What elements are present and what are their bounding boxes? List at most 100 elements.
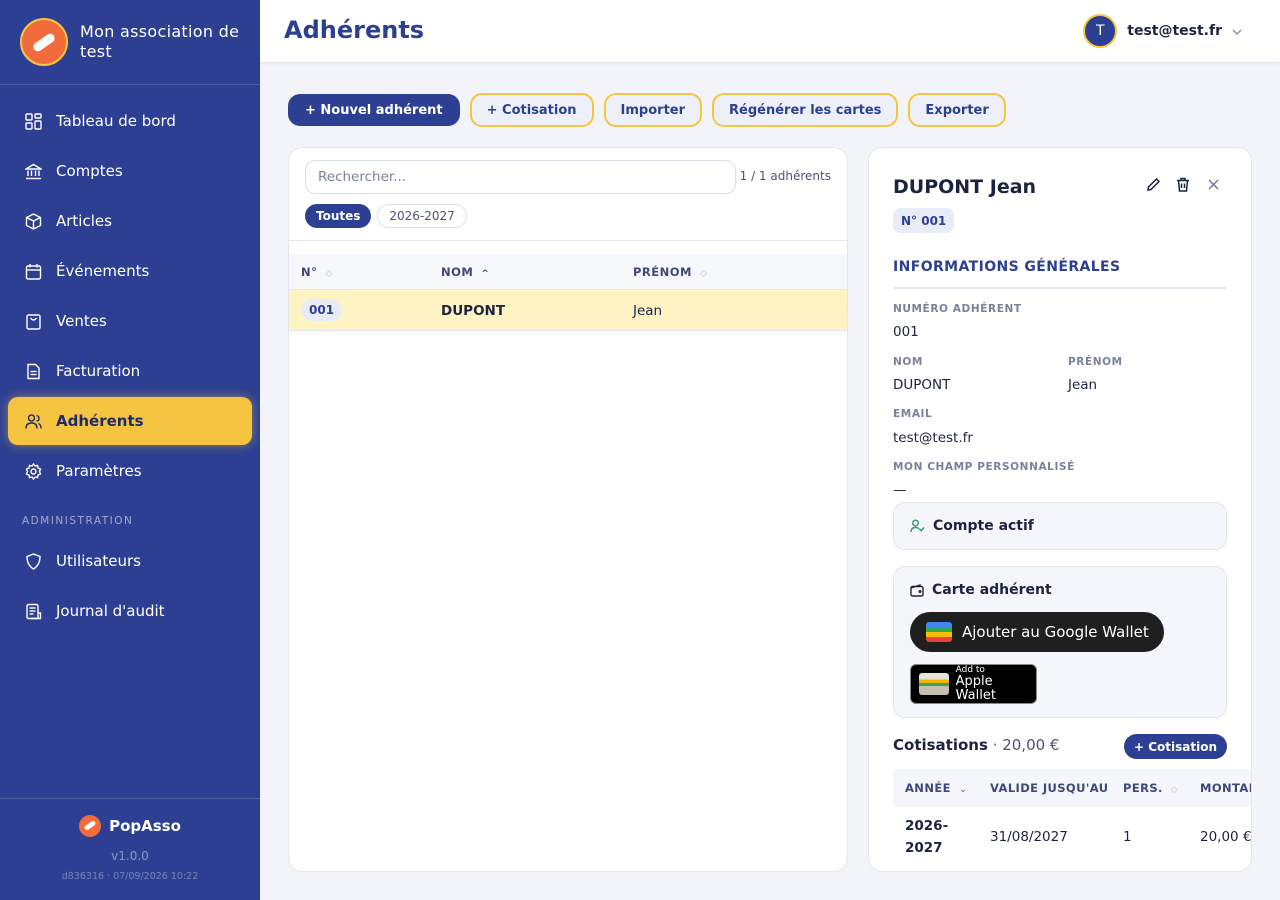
sidebar-item-evenements[interactable]: Événements: [8, 247, 252, 295]
contribution-persons: 1: [1123, 829, 1132, 845]
sidebar-item-facturation[interactable]: Facturation: [8, 347, 252, 395]
user-check-icon: [910, 519, 925, 533]
topbar: Adhérents T test@test.fr: [260, 0, 1280, 63]
member-card-label: Carte adhérent: [932, 582, 1052, 598]
sidebar-item-label: Articles: [56, 212, 112, 230]
sort-ascending-icon: ^: [481, 269, 490, 279]
toolbar: + Nouvel adhérent + Cotisation Importer …: [288, 93, 1006, 127]
search-input[interactable]: [305, 160, 736, 194]
field-value-prenom: Jean: [1068, 377, 1098, 393]
member-name-title: DUPONT Jean: [893, 176, 1037, 198]
sidebar-item-comptes[interactable]: Comptes: [8, 147, 252, 195]
sidebar-item-utilisateurs[interactable]: Utilisateurs: [8, 537, 252, 585]
google-wallet-icon: [926, 622, 952, 642]
filter-chip-season[interactable]: 2026-2027: [377, 204, 467, 228]
field-value-custom: —: [893, 482, 907, 498]
users-icon: [24, 412, 42, 430]
account-status: Compte actif: [910, 518, 1034, 534]
sidebar-item-label: Ventes: [56, 312, 107, 330]
sidebar-item-label: Facturation: [56, 362, 141, 380]
regenerate-cards-button[interactable]: Régénérer les cartes: [712, 93, 899, 127]
column-label: N°: [301, 265, 318, 279]
member-card-box: Carte adhérent Ajouter au Google Wallet …: [893, 566, 1227, 718]
popasso-brand: PopAsso: [0, 815, 260, 837]
nav-section-title: ADMINISTRATION: [22, 515, 134, 527]
field-value-numero: 001: [893, 324, 919, 340]
import-button[interactable]: Importer: [603, 93, 703, 127]
field-value-nom: DUPONT: [893, 377, 951, 393]
popasso-name: PopAsso: [109, 817, 181, 835]
google-wallet-label: Ajouter au Google Wallet: [962, 623, 1149, 641]
trash-icon[interactable]: [1175, 176, 1191, 192]
apple-wallet-text: Add to Apple Wallet: [956, 665, 1036, 703]
edit-icon[interactable]: [1145, 176, 1161, 192]
gear-icon: [24, 462, 42, 480]
chevron-down-icon: ⌄: [959, 785, 968, 795]
filter-chips: Toutes 2026-2027: [305, 204, 467, 228]
sidebar-item-label: Comptes: [56, 162, 123, 180]
sidebar-item-dashboard[interactable]: Tableau de bord: [8, 97, 252, 145]
member-prenom: Jean: [633, 303, 663, 319]
scroll-icon: [24, 602, 42, 620]
field-label-nom: NOM: [893, 356, 923, 368]
sort-icon: ◇: [325, 269, 333, 279]
sidebar-item-journal[interactable]: Journal d'audit: [8, 587, 252, 635]
apple-wallet-button[interactable]: Add to Apple Wallet: [910, 664, 1037, 704]
sidebar-item-ventes[interactable]: Ventes: [8, 297, 252, 345]
sidebar-footer: PopAsso v1.0.0 d836316 · 07/09/2026 10:2…: [0, 798, 260, 900]
sidebar-item-label: Événements: [56, 262, 150, 280]
member-count: 1 / 1 adhérents: [739, 169, 831, 183]
column-header-num[interactable]: N° ◇: [301, 265, 333, 279]
apple-wallet-icon: [919, 673, 949, 695]
document-icon: [24, 362, 42, 380]
column-label: PERS.: [1123, 781, 1163, 795]
sidebar-item-label: Journal d'audit: [56, 602, 165, 620]
contributions-total: · 20,00 €: [992, 736, 1060, 754]
member-number-badge: N° 001: [893, 208, 955, 233]
sidebar-item-label: Adhérents: [56, 412, 144, 430]
sidebar-item-parametres[interactable]: Paramètres: [8, 447, 252, 495]
column-header-annee[interactable]: ANNÉE ⌄: [905, 781, 967, 795]
sidebar-item-label: Tableau de bord: [56, 112, 176, 130]
column-header-valide[interactable]: VALIDE JUSQU'AU: [990, 781, 1108, 795]
contributions-label: Cotisations: [893, 736, 988, 754]
field-label-prenom: PRÉNOM: [1068, 356, 1123, 368]
column-label: ANNÉE: [905, 781, 951, 795]
column-header-montant[interactable]: MONTANT: [1200, 781, 1251, 795]
export-button[interactable]: Exporter: [908, 93, 1006, 127]
table-row[interactable]: 001 DUPONT Jean: [289, 290, 847, 331]
member-nom: DUPONT: [441, 303, 506, 319]
user-menu[interactable]: T test@test.fr: [1083, 14, 1242, 48]
app-version: v1.0.0: [111, 849, 149, 863]
member-detail-panel: DUPONT Jean N° 001 INFORMATIONS GÉNÉRALE…: [868, 147, 1252, 872]
new-member-button[interactable]: + Nouvel adhérent: [288, 94, 460, 126]
sidebar: Mon association de test Tableau de bord …: [0, 0, 260, 900]
popasso-logo: [79, 815, 102, 837]
member-card-title: Carte adhérent: [910, 582, 1052, 598]
table-header: N° ◇ NOM ^ PRÉNOM ◇: [289, 254, 847, 290]
column-header-nom[interactable]: NOM ^: [441, 265, 489, 279]
build-info: d836316 · 07/09/2026 10:22: [61, 871, 199, 882]
close-icon[interactable]: [1205, 176, 1221, 192]
add-contribution-button[interactable]: + Cotisation: [469, 93, 594, 127]
add-contribution-small-button[interactable]: + Cotisation: [1123, 734, 1227, 759]
brand[interactable]: Mon association de test: [0, 0, 260, 85]
contributions-table-header: ANNÉE ⌄ VALIDE JUSQU'AU PERS. ◇ MONTANT: [893, 769, 1251, 807]
association-name: Mon association de test: [80, 22, 240, 61]
column-header-prenom[interactable]: PRÉNOM ◇: [633, 265, 707, 279]
google-wallet-button[interactable]: Ajouter au Google Wallet: [910, 612, 1164, 652]
account-status-box: Compte actif: [893, 502, 1227, 550]
sidebar-item-articles[interactable]: Articles: [8, 197, 252, 245]
main-nav: Tableau de bord Comptes Articles Événeme…: [0, 85, 260, 635]
members-list-panel: 1 / 1 adhérents Toutes 2026-2027 N° ◇ NOM…: [288, 147, 848, 872]
wallet-icon: [910, 583, 924, 597]
filter-chip-all[interactable]: Toutes: [305, 204, 372, 228]
divider: [289, 240, 847, 241]
field-label-numero: NUMÉRO ADHÉRENT: [893, 303, 1022, 315]
sidebar-item-adherents[interactable]: Adhérents: [8, 397, 252, 445]
column-header-pers[interactable]: PERS. ◇: [1123, 781, 1178, 795]
contributions-heading: Cotisations · 20,00 €: [893, 736, 1059, 754]
contribution-valid-until: 31/08/2027: [990, 829, 1068, 845]
dashboard-icon: [24, 112, 42, 130]
sort-icon: ◇: [1170, 785, 1179, 795]
